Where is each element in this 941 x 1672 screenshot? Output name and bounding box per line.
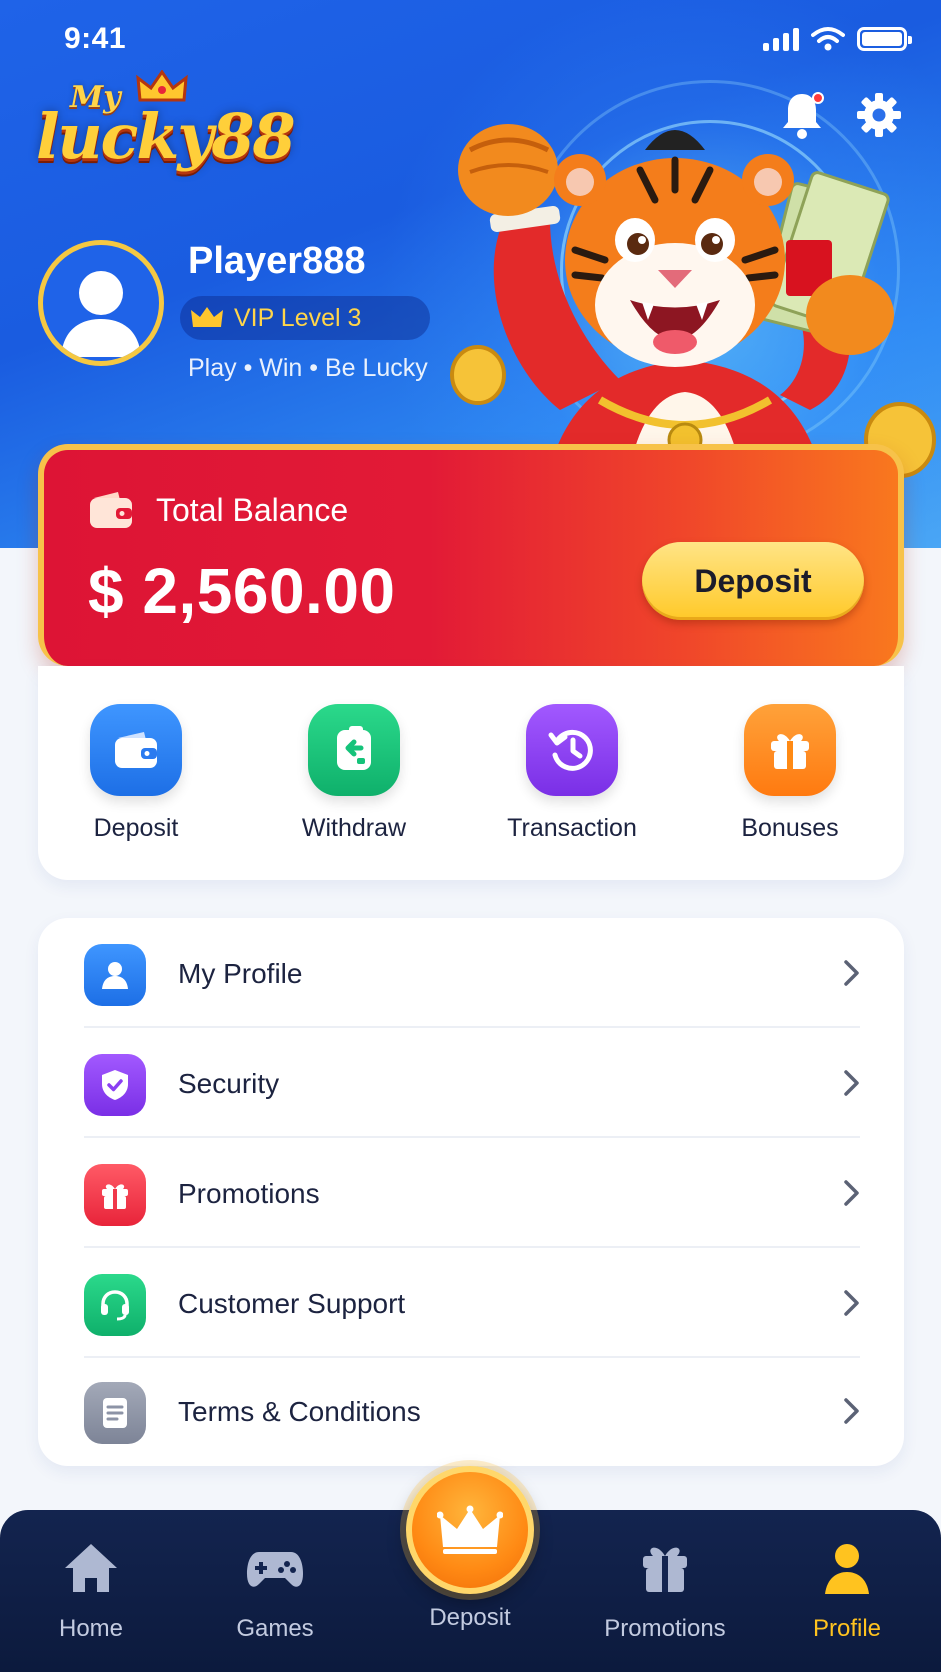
- avatar[interactable]: [38, 240, 164, 366]
- menu-item-customer-support[interactable]: Customer Support: [38, 1248, 904, 1358]
- vip-badge: VIP Level 3: [180, 296, 430, 340]
- wallet-icon: [90, 492, 132, 528]
- quick-action-label: Bonuses: [741, 814, 839, 842]
- user-silhouette-icon: [61, 271, 141, 357]
- home-icon: [65, 1544, 117, 1592]
- nav-games[interactable]: Games: [190, 1540, 360, 1643]
- nav-deposit-button[interactable]: [406, 1466, 534, 1594]
- chevron-right-icon: [844, 1398, 859, 1424]
- signal-icon: [763, 27, 799, 51]
- logo-main-text: lucky88: [36, 100, 296, 173]
- tagline: Play • Win • Be Lucky: [188, 354, 428, 382]
- gift-icon: [744, 704, 836, 796]
- nav-label: Games: [236, 1615, 314, 1642]
- nav-home[interactable]: Home: [6, 1540, 176, 1643]
- profile-icon: [825, 1544, 869, 1594]
- menu-item-label: Security: [178, 1068, 280, 1099]
- settings-menu: My Profile Security Promotions Customer …: [38, 918, 904, 1466]
- headset-icon: [84, 1274, 146, 1336]
- gift-icon: [643, 1547, 687, 1592]
- battery-icon: [857, 27, 912, 51]
- crown-icon: [191, 307, 223, 327]
- gift-icon: [84, 1164, 146, 1226]
- gamepad-icon: [247, 1552, 303, 1587]
- status-bar: 9:41: [0, 0, 941, 80]
- nav-deposit-label: Deposit: [429, 1604, 511, 1631]
- wallet-icon: [90, 704, 182, 796]
- quick-action-withdraw[interactable]: Withdraw: [264, 704, 444, 843]
- wifi-icon: [811, 27, 845, 51]
- quick-action-transaction[interactable]: Transaction: [482, 704, 662, 843]
- balance-amount: $ 2,560.00: [88, 555, 396, 627]
- notification-dot: [812, 92, 824, 104]
- menu-item-label: My Profile: [178, 958, 303, 989]
- chevron-right-icon: [844, 1180, 859, 1206]
- shield-icon: [84, 1054, 146, 1116]
- chevron-right-icon: [844, 960, 859, 986]
- nav-label: Promotions: [604, 1615, 726, 1642]
- menu-item-label: Promotions: [178, 1178, 320, 1209]
- menu-item-terms-conditions[interactable]: Terms & Conditions: [38, 1356, 904, 1466]
- menu-item-my-profile[interactable]: My Profile: [38, 918, 904, 1028]
- vip-level-text: VIP Level 3: [234, 303, 362, 332]
- quick-action-label: Deposit: [93, 814, 179, 842]
- nav-label: Profile: [812, 1615, 882, 1642]
- menu-item-security[interactable]: Security: [38, 1028, 904, 1138]
- document-icon: [84, 1382, 146, 1444]
- nav-promotions[interactable]: Promotions: [580, 1540, 750, 1643]
- nav-label: Home: [58, 1615, 124, 1642]
- chevron-right-icon: [844, 1070, 859, 1096]
- quick-action-bonuses[interactable]: Bonuses: [700, 704, 880, 843]
- quick-action-deposit[interactable]: Deposit: [46, 704, 226, 843]
- crown-icon: [437, 1505, 503, 1554]
- menu-item-label: Terms & Conditions: [178, 1396, 421, 1427]
- status-icons: [763, 26, 912, 52]
- quick-action-label: Withdraw: [301, 814, 407, 842]
- withdraw-icon: [308, 704, 400, 796]
- menu-item-label: Customer Support: [178, 1288, 406, 1319]
- status-time: 9:41: [64, 22, 127, 55]
- app-logo: My lucky88: [36, 70, 296, 180]
- menu-item-promotions[interactable]: Promotions: [38, 1138, 904, 1248]
- quick-actions: Deposit Withdraw Transaction Bonuses: [38, 666, 904, 880]
- history-icon: [526, 704, 618, 796]
- chevron-right-icon: [844, 1290, 859, 1316]
- player-name: Player888: [188, 240, 366, 282]
- nav-profile[interactable]: Profile: [762, 1540, 932, 1643]
- user-icon: [84, 944, 146, 1006]
- balance-card: Total Balance $ 2,560.00 Deposit: [38, 444, 904, 666]
- balance-label: Total Balance: [156, 492, 349, 528]
- quick-action-label: Transaction: [507, 814, 637, 842]
- deposit-button[interactable]: Deposit: [642, 542, 864, 620]
